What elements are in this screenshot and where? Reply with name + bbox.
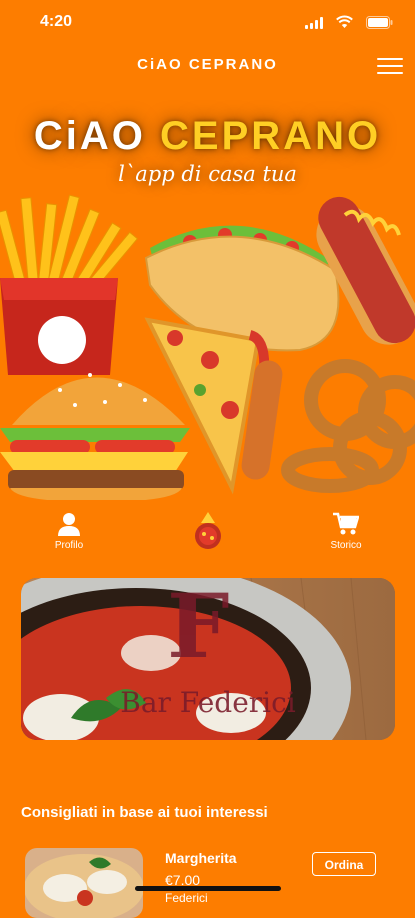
food-illustration	[0, 194, 415, 500]
ciao-ceprano-emblem-icon	[195, 512, 221, 549]
product-name: Margherita	[165, 850, 237, 866]
pretzel-icon	[281, 359, 415, 493]
hero-tagline: l`app di casa tua	[118, 162, 297, 186]
profile-nav-item[interactable]: Profilo	[29, 510, 109, 551]
venue-banner[interactable]: F Bar Federici	[21, 578, 395, 740]
hero-title-part2: CEPRANO	[160, 114, 382, 158]
status-bar: 4:20	[0, 0, 415, 44]
wifi-icon	[336, 15, 353, 28]
status-time: 4:20	[40, 13, 73, 30]
cart-icon	[333, 512, 359, 535]
fries-icon	[0, 194, 139, 375]
venue-name: Bar Federici	[120, 686, 296, 719]
profile-nav-label: Profilo	[54, 540, 84, 551]
history-nav-item[interactable]: Storico	[306, 510, 386, 551]
recommendations-title: Consigliati in base ai tuoi interessi	[21, 804, 268, 821]
order-button[interactable]: Ordina	[312, 852, 376, 876]
burger-icon	[0, 373, 190, 500]
emblem-nav-item[interactable]	[168, 510, 248, 554]
user-icon	[58, 513, 80, 536]
venue-logo-letter: F	[167, 578, 230, 678]
top-nav: CiAO CEPRANO	[0, 50, 415, 84]
product-image	[25, 848, 143, 918]
hero-title: CiAO CEPRANO	[0, 114, 415, 159]
battery-icon	[366, 16, 393, 29]
header-logo[interactable]: CiAO CEPRANO	[0, 56, 415, 73]
quick-nav: Profilo Storico	[0, 510, 415, 570]
history-nav-label: Storico	[330, 540, 362, 551]
hero-title-part1: CiAO	[33, 114, 146, 158]
signal-icon	[305, 17, 323, 29]
hamburger-icon[interactable]	[377, 58, 403, 76]
product-venue: Federici	[165, 891, 208, 905]
hero-banner: CiAO CEPRANO l`app di casa tua	[0, 100, 415, 500]
home-indicator	[135, 886, 281, 891]
